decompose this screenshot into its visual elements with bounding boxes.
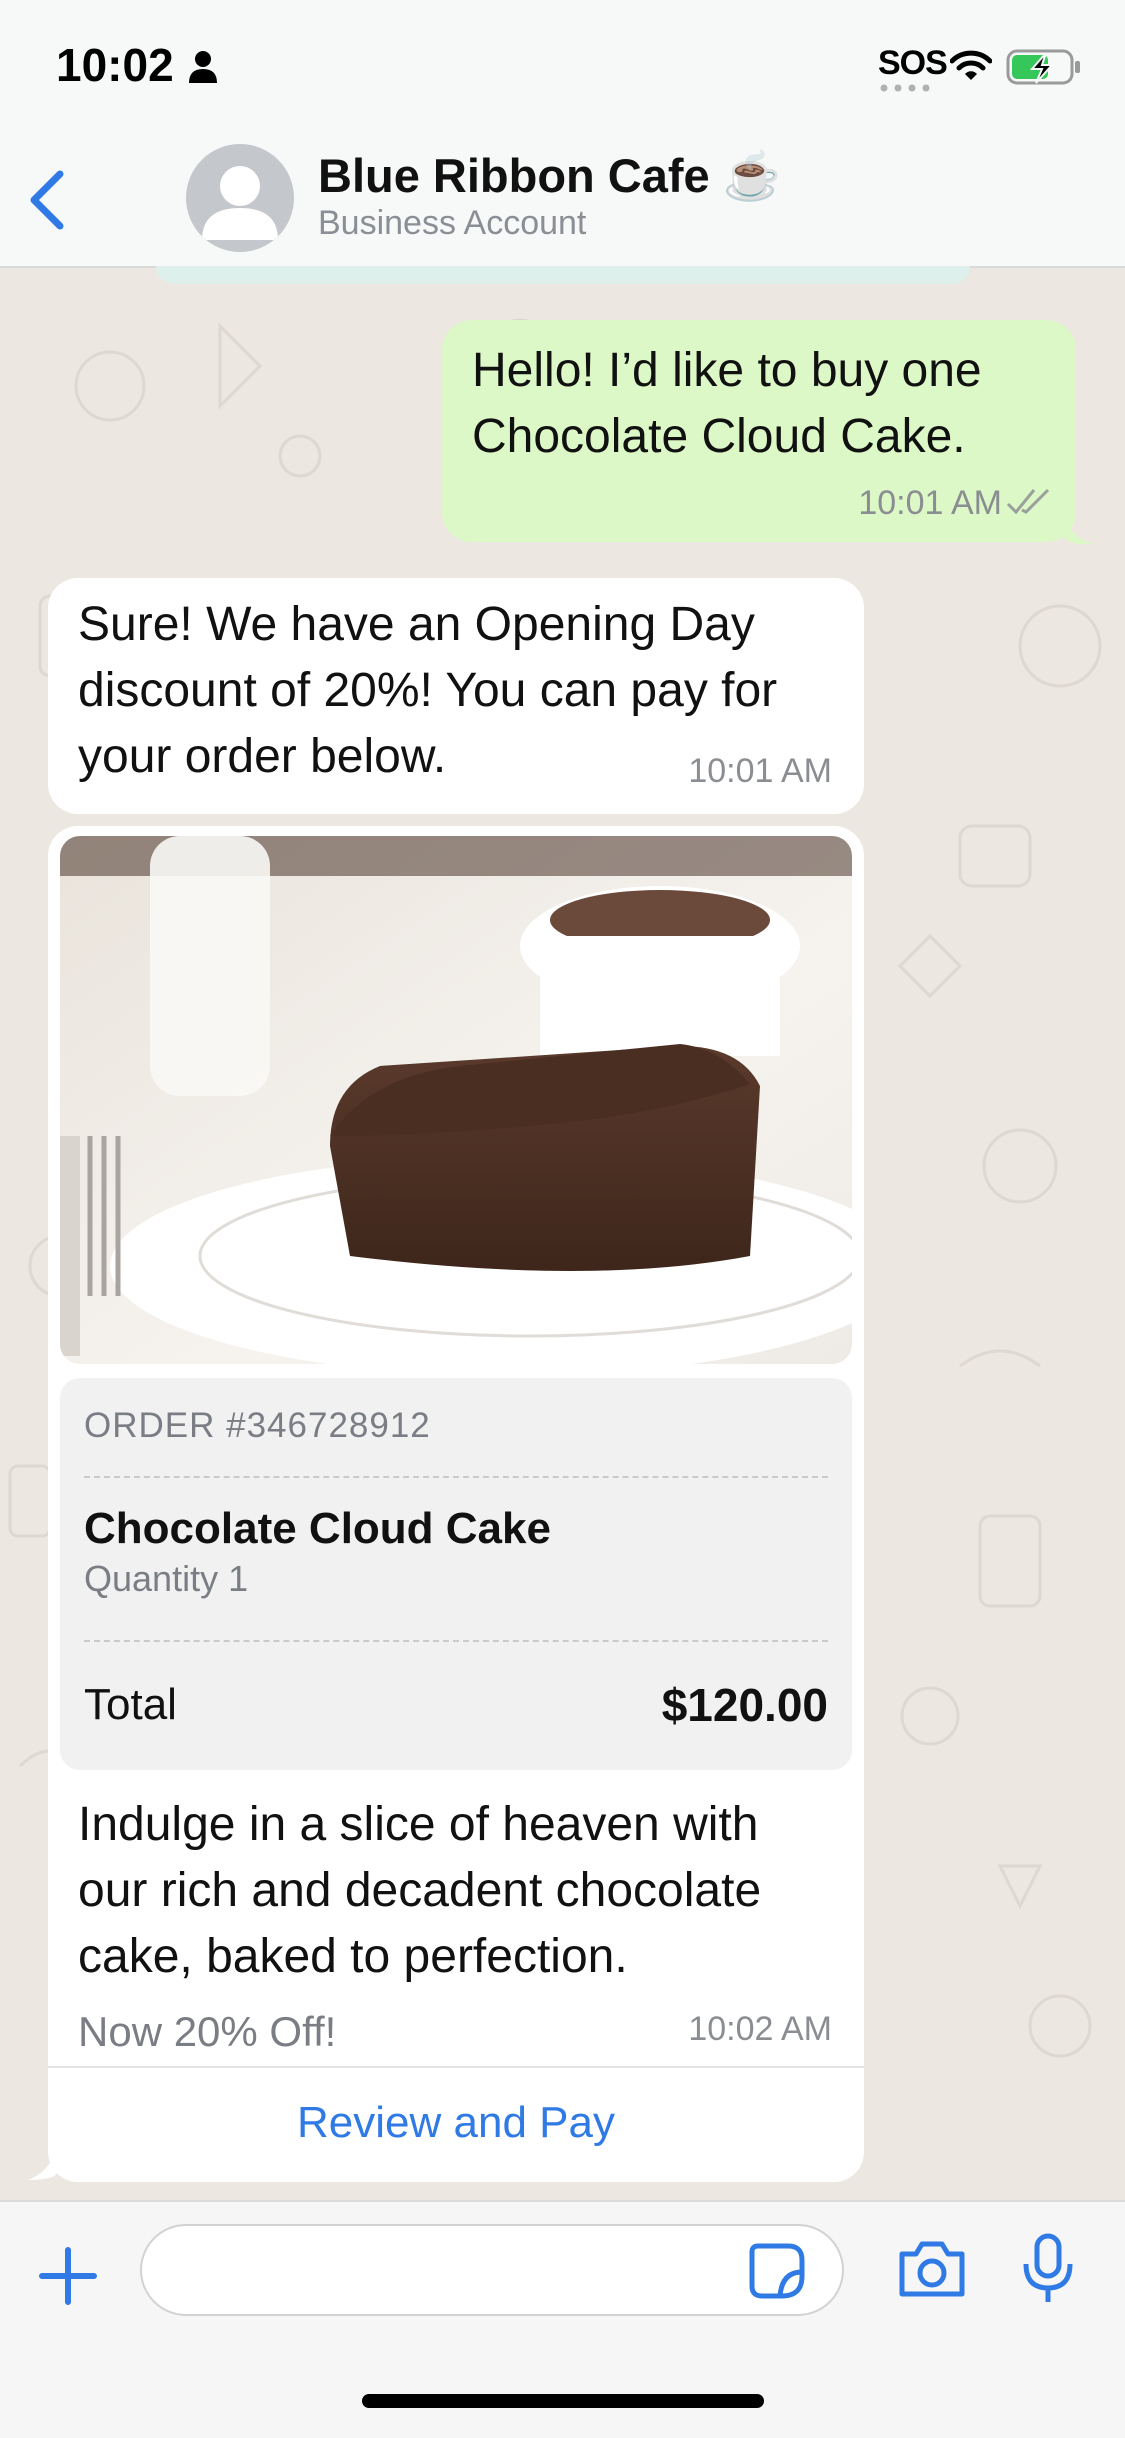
back-chevron-icon[interactable]: [24, 168, 68, 232]
wifi-icon: [950, 50, 992, 80]
bubble-tail: [1064, 514, 1094, 544]
item-name: Chocolate Cloud Cake: [84, 1504, 551, 1553]
plus-icon[interactable]: [36, 2244, 100, 2308]
camera-icon[interactable]: [896, 2238, 968, 2300]
order-number: ORDER #346728912: [84, 1406, 431, 1445]
promo-text: Now 20% Off!: [78, 2008, 337, 2055]
read-ticks-icon: [1006, 488, 1050, 515]
message-text: Hello! I’d like to buy one Chocolate Clo…: [472, 344, 982, 463]
battery-icon: [1006, 49, 1080, 85]
chat-subtitle[interactable]: Business Account: [318, 204, 586, 243]
chocolate-cake-photo: [60, 836, 852, 1364]
review-and-pay-button[interactable]: Review and Pay: [48, 2068, 864, 2178]
home-indicator[interactable]: [362, 2394, 764, 2408]
message-time: 10:01 AM: [858, 484, 1002, 522]
order-summary: ORDER #346728912 Chocolate Cloud Cake Qu…: [60, 1378, 852, 1770]
total-value: $120.00: [661, 1679, 828, 1731]
product-description: Indulge in a slice of heaven with our ri…: [78, 1798, 762, 1983]
item-quantity: Quantity 1: [84, 1558, 249, 1599]
order-card[interactable]: ORDER #346728912 Chocolate Cloud Cake Qu…: [48, 826, 864, 2182]
divider: [84, 1476, 828, 1478]
divider: [84, 1640, 828, 1642]
person-status-icon: [189, 51, 217, 83]
sos-indicator: SOS: [878, 44, 948, 82]
microphone-icon[interactable]: [1020, 2232, 1076, 2306]
avatar[interactable]: [186, 144, 294, 252]
person-placeholder-icon: [202, 166, 278, 240]
message-time: 10:02 AM: [688, 2010, 832, 2048]
message-time: 10:01 AM: [688, 752, 832, 790]
message-input[interactable]: [140, 2224, 844, 2316]
incoming-message-bubble[interactable]: Sure! We have an Opening Day discount of…: [48, 578, 864, 814]
sticker-icon[interactable]: [748, 2242, 806, 2300]
status-time: 10:02: [56, 39, 174, 91]
chat-title[interactable]: Blue Ribbon Cafe ☕: [318, 148, 781, 204]
outgoing-message-bubble[interactable]: Hello! I’d like to buy one Chocolate Clo…: [442, 320, 1094, 544]
navigation-header: 10:02 SOS Blue Ribbon Cafe ☕ Business Ac…: [0, 0, 1125, 268]
product-image[interactable]: [60, 836, 852, 1364]
signal-dots-icon: [880, 84, 930, 92]
total-label: Total: [84, 1680, 177, 1729]
previous-message-edge: [156, 266, 970, 284]
